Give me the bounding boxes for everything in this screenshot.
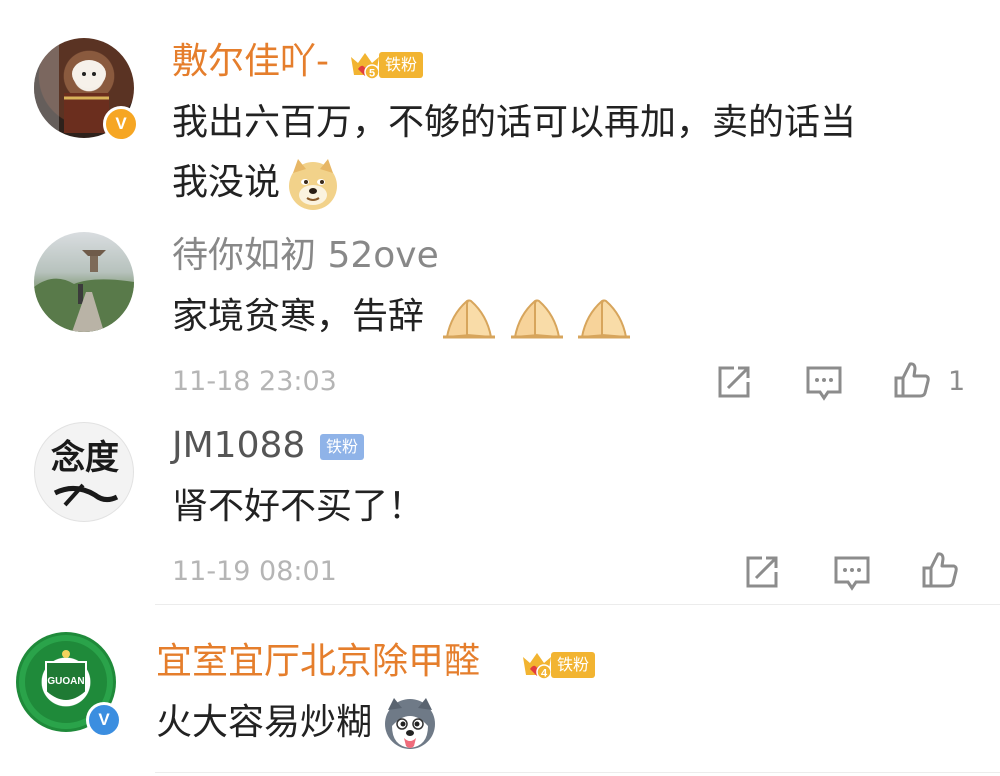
svg-text:念度: 念度 xyxy=(51,438,119,478)
calligraphy-avatar: 念度 xyxy=(51,438,119,507)
comment-icon[interactable] xyxy=(804,362,844,402)
share-icon[interactable] xyxy=(714,362,754,402)
pray-emoji-group xyxy=(430,296,632,339)
pray-emoji xyxy=(510,299,563,339)
svg-text:5: 5 xyxy=(369,68,375,80)
fan-badge-label: 铁粉 xyxy=(379,52,424,78)
crown-level-icon: 5 xyxy=(351,53,380,80)
comment-item: 待你如初 52ove 家境贫寒，告辞 11-18 23:03 1 xyxy=(0,220,1000,410)
comment-item: GUOAN V 宜室宜厅北京除甲醛 4 铁粉 火大容易炒糊 xyxy=(0,610,1000,776)
comment-text: 家境贫寒，告辞 xyxy=(172,286,632,348)
fan-badge[interactable]: 4 铁粉 xyxy=(520,650,596,680)
comment-text: 我没说 xyxy=(172,152,340,214)
avatar[interactable]: 念度 xyxy=(34,422,134,522)
svg-text:GUOAN: GUOAN xyxy=(47,676,84,687)
fan-badge[interactable]: 5 铁粉 xyxy=(348,50,424,80)
comment-text-line2: 我没说 xyxy=(172,162,281,203)
svg-text:4: 4 xyxy=(541,668,548,680)
fan-badge-label: 铁粉 xyxy=(320,434,365,460)
timestamp: 11-18 23:03 xyxy=(172,366,337,397)
comment-icon[interactable] xyxy=(832,552,872,592)
pray-emoji xyxy=(443,299,496,339)
comment-text-content: 家境贫寒，告辞 xyxy=(172,296,425,337)
fan-badge[interactable]: 铁粉 xyxy=(320,432,365,462)
thumbs-up-icon[interactable] xyxy=(920,550,960,590)
share-icon[interactable] xyxy=(742,552,782,592)
crown-level-icon: 4 xyxy=(523,653,552,680)
comment-item: 念度 JM1088 铁粉 肾不好不买了！ 11-19 08:01 xyxy=(0,410,1000,600)
verified-badge: V xyxy=(103,106,139,142)
timestamp: 11-19 08:01 xyxy=(172,556,337,587)
husky-emoji xyxy=(385,698,436,749)
avatar[interactable] xyxy=(34,232,134,332)
thumbs-up-icon[interactable] xyxy=(892,360,932,400)
username[interactable]: 宜室宜厅北京除甲醛 xyxy=(156,640,480,684)
fan-badge-label: 铁粉 xyxy=(551,652,596,678)
username[interactable]: 待你如初 52ove xyxy=(172,234,439,278)
comment-text: 我出六百万，不够的话可以再加，卖的话当 xyxy=(172,102,857,143)
verified-badge: V xyxy=(86,702,122,738)
landscape-photo xyxy=(34,250,134,332)
like-count: 1 xyxy=(948,366,966,397)
comment-item: V 敷尔佳吖- 5 铁粉 我出六百万，不够的话可以再加，卖的话当 我没说 xyxy=(0,0,1000,220)
section-divider xyxy=(155,772,1000,773)
username[interactable]: JM1088 xyxy=(172,424,305,468)
section-divider xyxy=(155,604,1000,605)
doge-emoji xyxy=(289,159,338,210)
comment-text-content: 火大容易炒糊 xyxy=(156,702,373,743)
username[interactable]: 敷尔佳吖- xyxy=(172,40,329,84)
pray-emoji xyxy=(578,299,631,339)
comment-text: 火大容易炒糊 xyxy=(156,692,438,754)
comment-text: 肾不好不买了！ xyxy=(172,486,425,527)
